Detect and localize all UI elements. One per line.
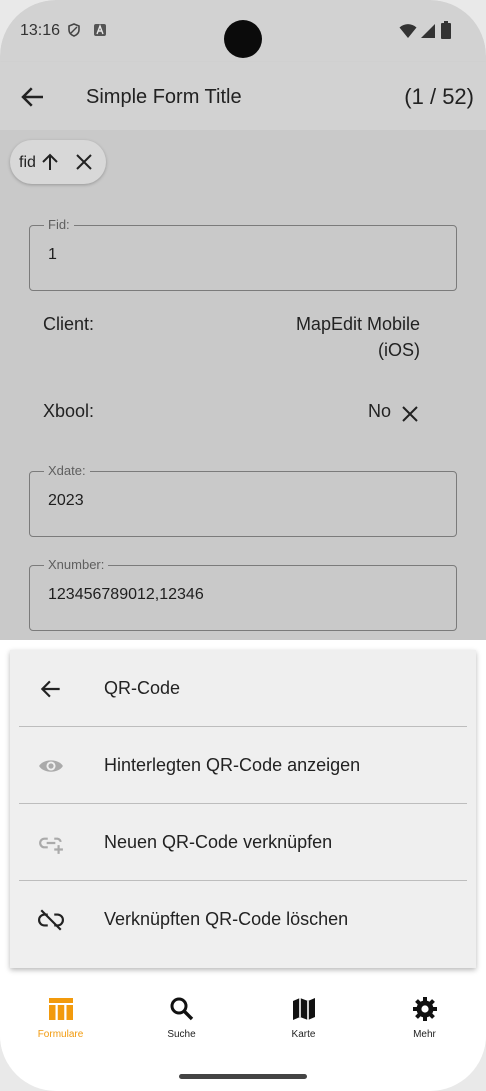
- xnumber-field[interactable]: Xnumber: 123456789012,12346: [29, 557, 457, 631]
- forms-icon: [49, 998, 73, 1020]
- delete-qr-code-label: Verknüpften QR-Code löschen: [104, 909, 349, 929]
- close-icon[interactable]: [74, 152, 94, 172]
- show-qr-code-label: Hinterlegten QR-Code anzeigen: [104, 755, 361, 775]
- search-icon: [170, 997, 194, 1021]
- xnumber-field-label: Xnumber:: [44, 557, 109, 572]
- map-icon: [293, 998, 315, 1020]
- nav-label-karte: Karte: [291, 1029, 316, 1040]
- home-indicator[interactable]: [179, 1074, 307, 1079]
- link-qr-code-item[interactable]: Neuen QR-Code verknüpfen: [10, 804, 476, 881]
- client-value-line1: MapEdit Mobile: [295, 314, 420, 334]
- xdate-field[interactable]: Xdate: 2023: [29, 463, 457, 537]
- bottom-navigation: Formulare Suche Karte Mehr: [0, 978, 486, 1064]
- phone-screen: 13:16 Simple Form Title (1 / 52) fid Fid…: [0, 0, 486, 1091]
- page-title: Simple Form Title: [86, 86, 242, 108]
- xdate-field-value: 2023: [48, 492, 84, 509]
- nav-item-formulare[interactable]: Formulare: [0, 978, 121, 1064]
- fid-field-value: 1: [48, 246, 57, 263]
- camera-cutout: [224, 20, 262, 58]
- qr-code-menu: QR-Code Hinterlegten QR-Code anzeigen Ne…: [10, 650, 476, 968]
- link-off-icon: [38, 909, 64, 931]
- battery-icon: [441, 21, 451, 39]
- nav-item-suche[interactable]: Suche: [121, 978, 242, 1064]
- signal-icon: [421, 24, 435, 38]
- fid-field[interactable]: Fid: 1: [29, 217, 457, 291]
- nav-label-formulare: Formulare: [37, 1029, 84, 1040]
- status-bar: 13:16: [0, 0, 486, 62]
- client-label: Client:: [43, 314, 95, 334]
- app-bar: Simple Form Title (1 / 52): [0, 62, 486, 130]
- client-value: MapEdit Mobile (iOS): [296, 311, 420, 363]
- wifi-icon: [399, 24, 417, 38]
- qr-menu-title: QR-Code: [104, 678, 181, 698]
- show-qr-code-item[interactable]: Hinterlegten QR-Code anzeigen: [10, 727, 476, 804]
- shield-icon: [68, 23, 80, 37]
- delete-qr-code-item[interactable]: Verknüpften QR-Code löschen: [10, 881, 476, 958]
- xbool-value: No: [367, 401, 391, 421]
- xbool-label: Xbool:: [43, 401, 95, 421]
- qr-menu-back[interactable]: QR-Code: [10, 650, 476, 727]
- clear-icon[interactable]: [399, 403, 421, 425]
- gear-icon: [413, 997, 437, 1021]
- client-value-line2: (iOS): [378, 340, 420, 360]
- sort-chip[interactable]: fid: [10, 140, 106, 184]
- status-time: 13:16: [20, 22, 61, 39]
- back-arrow-icon[interactable]: [18, 82, 48, 112]
- nav-label-mehr: Mehr: [413, 1029, 436, 1040]
- link-add-icon: [39, 837, 63, 854]
- sort-chip-label: fid: [19, 154, 36, 171]
- nav-item-karte[interactable]: Karte: [243, 978, 364, 1064]
- eye-icon: [39, 760, 63, 772]
- fid-field-label: Fid:: [44, 217, 74, 232]
- arrow-up-icon[interactable]: [40, 152, 60, 172]
- nav-item-mehr[interactable]: Mehr: [364, 978, 485, 1064]
- nav-label-suche: Suche: [167, 1029, 196, 1040]
- xnumber-field-value: 123456789012,12346: [48, 586, 204, 603]
- record-counter: (1 / 52): [404, 84, 474, 109]
- font-icon: [94, 24, 106, 36]
- xdate-field-label: Xdate:: [44, 463, 90, 478]
- form-content: fid Fid: 1 Client: MapEdit Mobile (iOS) …: [0, 130, 486, 640]
- link-qr-code-label: Neuen QR-Code verknüpfen: [104, 832, 333, 852]
- arrow-left-icon: [40, 680, 60, 698]
